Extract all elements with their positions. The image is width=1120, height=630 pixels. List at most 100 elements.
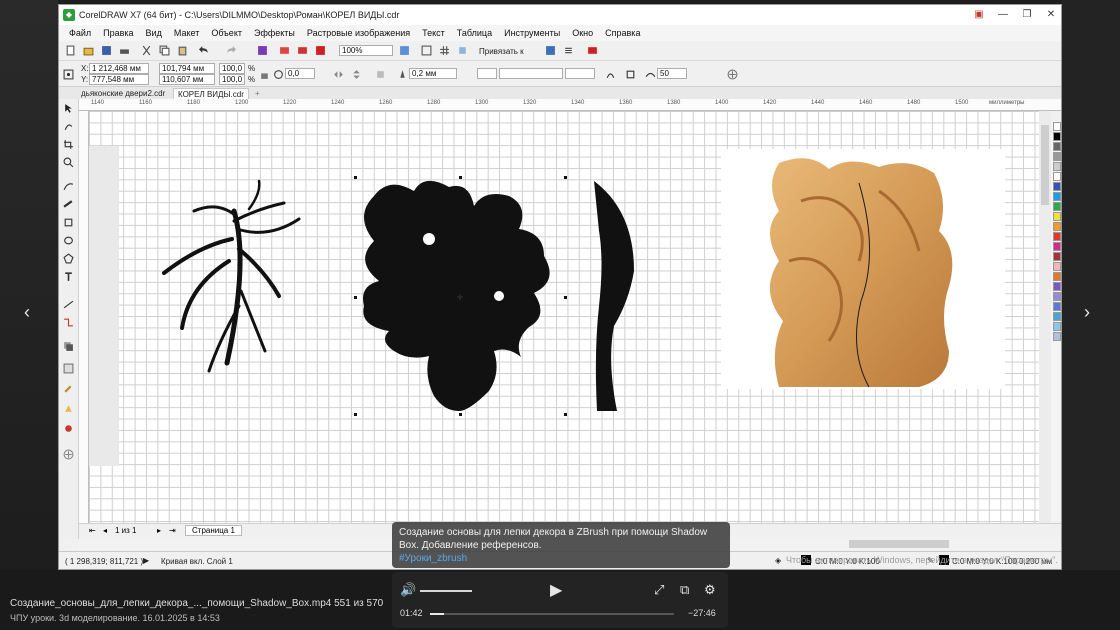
menu-layout[interactable]: Макет	[168, 28, 205, 38]
menu-tools[interactable]: Инструменты	[498, 28, 566, 38]
drop-shadow-icon[interactable]	[63, 341, 74, 352]
freehand-tool-icon[interactable]	[63, 181, 74, 192]
swatch-orange[interactable]	[1053, 222, 1061, 231]
y-position-field[interactable]: 777,548 мм	[89, 74, 149, 85]
rotation-field[interactable]: 0,0	[285, 68, 315, 79]
full-screen-icon[interactable]	[399, 45, 410, 56]
parallel-dimension-icon[interactable]	[63, 299, 74, 310]
page-tab[interactable]: Страница 1	[185, 525, 242, 536]
swatch-gray-light[interactable]	[1053, 152, 1061, 161]
menu-file[interactable]: Файл	[63, 28, 97, 38]
menu-window[interactable]: Окно	[566, 28, 599, 38]
transparency-tool-icon[interactable]	[63, 363, 74, 374]
reduce-nodes-icon[interactable]	[625, 69, 636, 80]
previous-arrow-icon[interactable]: ‹	[24, 302, 30, 323]
shape-tool-icon[interactable]	[63, 121, 74, 132]
swatch-magenta[interactable]	[1053, 242, 1061, 251]
menu-effects[interactable]: Эффекты	[248, 28, 301, 38]
swatch-gray[interactable]	[1053, 142, 1061, 151]
import-icon[interactable]	[279, 45, 290, 56]
show-guidelines-icon[interactable]	[457, 45, 468, 56]
save-icon[interactable]	[101, 45, 112, 56]
application-launcher-icon[interactable]	[563, 45, 574, 56]
swatch-blue[interactable]	[1053, 182, 1061, 191]
mirror-vertical-icon[interactable]	[351, 69, 362, 80]
add-tool-icon[interactable]	[63, 449, 74, 460]
restore-button[interactable]: ❐	[1015, 5, 1039, 25]
crop-tool-icon[interactable]	[63, 139, 74, 150]
wrap-text-icon[interactable]	[375, 69, 386, 80]
show-grid-icon[interactable]	[439, 45, 450, 56]
zoom-tool-icon[interactable]	[63, 157, 74, 168]
menu-view[interactable]: Вид	[140, 28, 168, 38]
scale-height-field[interactable]: 100,0	[219, 74, 245, 85]
swatch-periwinkle[interactable]	[1053, 302, 1061, 311]
scale-width-field[interactable]: 100,0	[219, 63, 245, 74]
swatch-light-blue[interactable]	[1053, 322, 1061, 331]
interactive-fill-icon[interactable]	[63, 403, 74, 414]
swatch-yellow[interactable]	[1053, 212, 1061, 221]
ellipse-tool-icon[interactable]	[63, 235, 74, 246]
minimize-button[interactable]: —	[991, 5, 1015, 25]
width-field[interactable]: 101,794 мм	[159, 63, 215, 74]
next-arrow-icon[interactable]: ›	[1084, 302, 1090, 323]
swatch-dark-red[interactable]	[1053, 252, 1061, 261]
connector-tool-icon[interactable]	[63, 317, 74, 328]
zoom-level-select[interactable]: 100%	[339, 45, 393, 56]
artistic-media-icon[interactable]	[63, 199, 74, 210]
fullscreen-icon[interactable]: ⤢	[654, 582, 664, 598]
options-icon[interactable]	[545, 45, 556, 56]
copy-icon[interactable]	[159, 45, 170, 56]
end-arrow-select[interactable]	[565, 68, 595, 79]
tab-dyakonskie-dveri[interactable]: дьяконские двери2.cdr	[77, 88, 169, 99]
swatch-green[interactable]	[1053, 202, 1061, 211]
paste-icon[interactable]	[177, 45, 188, 56]
close-button[interactable]: ✕	[1039, 5, 1061, 25]
publish-pdf-icon[interactable]	[315, 45, 326, 56]
swatch-blue-gray[interactable]	[1053, 332, 1061, 341]
reference-point-icon[interactable]	[63, 69, 74, 80]
volume-icon[interactable]: 🔊	[400, 582, 416, 598]
menu-text[interactable]: Текст	[416, 28, 451, 38]
swatch-none[interactable]	[1053, 122, 1061, 131]
curve-smoothness-field[interactable]: 50	[657, 68, 687, 79]
previous-page-icon[interactable]: ◂	[103, 526, 107, 535]
swatch-red[interactable]	[1053, 232, 1061, 241]
lock-ratio-icon[interactable]	[259, 69, 270, 80]
eyedropper-icon[interactable]	[63, 383, 74, 394]
video-hashtag[interactable]: #Уроки_zbrush	[399, 552, 723, 565]
swatch-black[interactable]	[1053, 132, 1061, 141]
add-toolbar-icon[interactable]	[727, 69, 738, 80]
drawing-canvas[interactable]	[89, 111, 1039, 523]
tab-korel-vidy[interactable]: КОРЕЛ ВИДЫ.cdr	[173, 88, 249, 99]
next-page-icon[interactable]: ▸	[157, 526, 161, 535]
x-position-field[interactable]: 1 212,468 мм	[89, 63, 149, 74]
menu-table[interactable]: Таблица	[451, 28, 498, 38]
search-content-icon[interactable]	[257, 45, 268, 56]
rectangle-tool-icon[interactable]	[63, 217, 74, 228]
smart-fill-icon[interactable]	[63, 423, 74, 434]
redo-icon[interactable]	[225, 45, 236, 56]
swatch-sky[interactable]	[1053, 312, 1061, 321]
menu-help[interactable]: Справка	[599, 28, 646, 38]
swatch-lavender[interactable]	[1053, 292, 1061, 301]
vertical-scroll-thumb[interactable]	[1041, 125, 1049, 205]
settings-gear-icon[interactable]: ⚙	[704, 582, 716, 598]
start-arrow-select[interactable]	[477, 68, 497, 79]
new-tab-icon[interactable]: +	[251, 88, 264, 99]
menu-object[interactable]: Объект	[205, 28, 248, 38]
open-folder-icon[interactable]	[83, 45, 94, 56]
first-page-icon[interactable]: ⇤	[89, 526, 96, 535]
snap-to-dropdown[interactable]: Привязать к	[479, 47, 524, 56]
swatch-silver[interactable]	[1053, 162, 1061, 171]
pick-tool-icon[interactable]	[63, 103, 74, 114]
close-curve-icon[interactable]	[605, 69, 616, 80]
color-styles-icon[interactable]	[587, 45, 598, 56]
mirror-horizontal-icon[interactable]	[333, 69, 344, 80]
picture-in-picture-icon[interactable]: ⧉	[680, 582, 689, 598]
swatch-pink[interactable]	[1053, 262, 1061, 271]
new-document-icon[interactable]	[65, 45, 76, 56]
play-button[interactable]: ▶	[550, 580, 562, 600]
horizontal-scroll-thumb[interactable]	[849, 540, 949, 548]
print-icon[interactable]	[119, 45, 130, 56]
